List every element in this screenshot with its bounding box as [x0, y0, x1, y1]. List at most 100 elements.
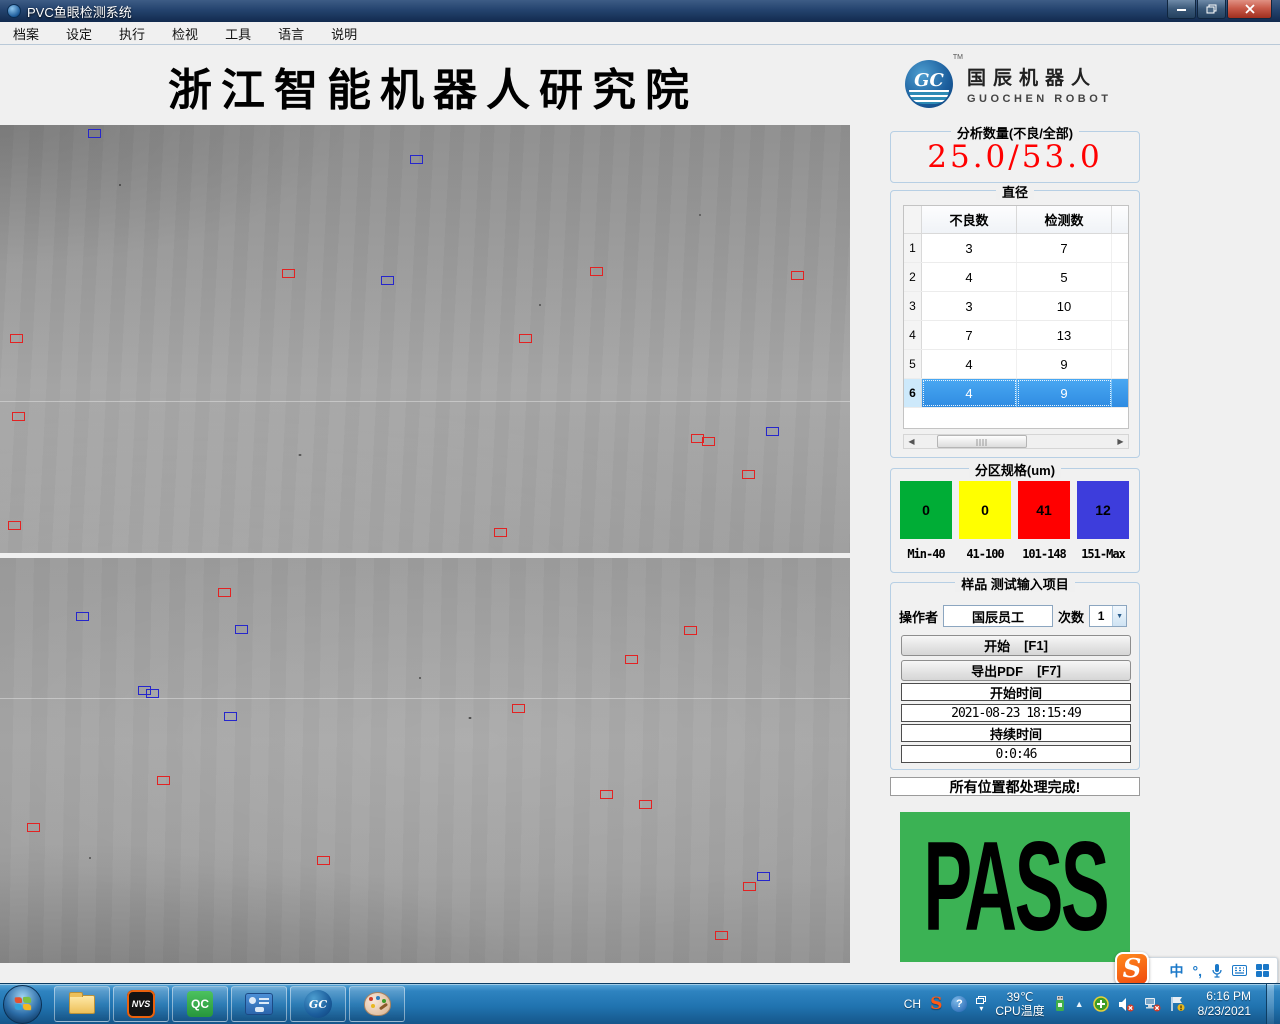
- count-dropdown[interactable]: 1 ▼: [1089, 605, 1127, 627]
- cell-bad-count[interactable]: 3: [922, 234, 1017, 262]
- cell-bad-count[interactable]: 4: [922, 263, 1017, 291]
- tray-time: 6:16 PM: [1198, 989, 1251, 1004]
- minimize-button[interactable]: [1167, 0, 1196, 19]
- column-header-detected[interactable]: 检测数: [1017, 206, 1112, 233]
- cell-detected-count[interactable]: 9: [1017, 350, 1112, 378]
- show-desktop-button[interactable]: [1266, 984, 1274, 1024]
- scrollbar-track[interactable]: [919, 435, 1113, 448]
- table-row[interactable]: 649: [904, 379, 1128, 408]
- show-hidden-icons[interactable]: ▲: [1075, 999, 1084, 1009]
- defect-marker: [8, 521, 21, 530]
- menu-settings[interactable]: 设定: [61, 22, 97, 45]
- cell-detected-count[interactable]: 10: [1017, 292, 1112, 320]
- taskbar-app-paint[interactable]: [349, 986, 405, 1022]
- table-row[interactable]: 137: [904, 234, 1128, 263]
- count-value: 1: [1090, 609, 1112, 623]
- scrollbar-thumb[interactable]: [937, 435, 1027, 448]
- defect-marker: [519, 334, 532, 343]
- row-index: 4: [904, 321, 922, 349]
- table-row[interactable]: 245: [904, 263, 1128, 292]
- action-center-flag-icon[interactable]: [1170, 996, 1185, 1012]
- scroll-right-icon[interactable]: ▶: [1113, 435, 1128, 448]
- restore-button[interactable]: [1197, 0, 1226, 19]
- taskbar-app-explorer[interactable]: [54, 986, 110, 1022]
- volume-muted-icon[interactable]: [1118, 997, 1135, 1012]
- taskbar-app-nvs[interactable]: NVS: [113, 986, 169, 1022]
- logo-mark-icon: GC TM: [905, 58, 957, 110]
- language-indicator[interactable]: CH: [904, 997, 921, 1011]
- start-time-value: 2021-08-23 18:15:49: [901, 704, 1131, 722]
- sample-input-group: 样品 测试输入项目 操作者 次数 1 ▼ 开始[F1] 导出PDF[F7] 开始…: [890, 582, 1140, 770]
- export-pdf-button[interactable]: 导出PDF[F7]: [901, 660, 1131, 681]
- taskbar-app-display[interactable]: [231, 986, 287, 1022]
- sogou-tray-icon[interactable]: S: [930, 994, 942, 1014]
- cell-detected-count[interactable]: 13: [1017, 321, 1112, 349]
- table-horizontal-scrollbar[interactable]: ◀ ▶: [903, 434, 1129, 449]
- cpu-temperature[interactable]: 39℃ CPU温度: [995, 990, 1044, 1018]
- menu-file[interactable]: 档案: [8, 22, 44, 45]
- defect-marker: [381, 276, 394, 285]
- partition-spec-group: 分区规格(um) 004112 Min-4041-100101-148151-M…: [890, 468, 1140, 573]
- taskbar-app-guochen[interactable]: GC: [290, 986, 346, 1022]
- diameter-group: 直径 不良数 检测数 13724533104713549649 ◀ ▶: [890, 190, 1140, 458]
- chevron-down-icon[interactable]: ▼: [1112, 606, 1126, 626]
- menu-tools[interactable]: 工具: [220, 22, 256, 45]
- start-time-header: 开始时间: [901, 683, 1131, 701]
- menu-view[interactable]: 检视: [167, 22, 203, 45]
- menu-run[interactable]: 执行: [114, 22, 150, 45]
- clock[interactable]: 6:16 PM 8/23/2021: [1198, 989, 1251, 1019]
- punctuation-icon[interactable]: °,: [1193, 963, 1203, 979]
- start-button-orb[interactable]: [3, 985, 42, 1024]
- defect-marker: [235, 625, 248, 634]
- defect-marker: [742, 470, 755, 479]
- close-button[interactable]: [1227, 0, 1272, 19]
- guochen-app-icon: GC: [304, 990, 332, 1018]
- microphone-icon[interactable]: [1211, 963, 1223, 978]
- table-row[interactable]: 4713: [904, 321, 1128, 350]
- ime-menu-icon[interactable]: [1256, 964, 1269, 977]
- ime-window-icon[interactable]: ▾: [976, 996, 986, 1012]
- scroll-left-icon[interactable]: ◀: [904, 435, 919, 448]
- cell-bad-count[interactable]: 4: [922, 379, 1017, 407]
- cell-bad-count[interactable]: 7: [922, 321, 1017, 349]
- menu-language[interactable]: 语言: [273, 22, 309, 45]
- camera-view-bottom: [0, 558, 850, 963]
- start-button[interactable]: 开始[F1]: [901, 635, 1131, 656]
- menu-help[interactable]: 说明: [326, 22, 362, 45]
- operator-input[interactable]: [943, 605, 1053, 627]
- defect-marker: [600, 790, 613, 799]
- cell-bad-count[interactable]: 3: [922, 292, 1017, 320]
- security-status-icon[interactable]: [1093, 996, 1109, 1012]
- stitch-seam: [0, 698, 850, 699]
- explorer-icon: [69, 995, 95, 1014]
- defect-marker: [88, 129, 101, 138]
- count-label: 次数: [1058, 607, 1084, 626]
- cell-detected-count[interactable]: 9: [1017, 379, 1112, 407]
- taskbar: NVSQC GC CH S ? ▾ 39℃ CPU温度 ▲: [0, 983, 1280, 1024]
- defect-marker: [76, 612, 89, 621]
- cell-bad-count[interactable]: 4: [922, 350, 1017, 378]
- defect-marker: [512, 704, 525, 713]
- cell-detected-count[interactable]: 7: [1017, 234, 1112, 262]
- table-row[interactable]: 549: [904, 350, 1128, 379]
- defect-marker: [791, 271, 804, 280]
- help-tray-icon[interactable]: ?: [951, 996, 967, 1012]
- cell-detected-count[interactable]: 5: [1017, 263, 1112, 291]
- soft-keyboard-icon[interactable]: [1232, 965, 1247, 976]
- column-header-bad[interactable]: 不良数: [922, 206, 1017, 233]
- result-indicator: PASS: [900, 812, 1130, 962]
- defect-marker: [766, 427, 779, 436]
- network-disconnected-icon[interactable]: [1144, 997, 1161, 1012]
- sogou-logo-icon[interactable]: S: [1115, 952, 1149, 986]
- table-row[interactable]: 3310: [904, 292, 1128, 321]
- app-window: PVC鱼眼检测系统 档案 设定 执行 检视 工具 语言 说明 浙江智能机器人研究…: [0, 0, 1280, 1024]
- ime-mode-chinese[interactable]: 中: [1170, 961, 1184, 981]
- usb-device-icon[interactable]: [1054, 996, 1066, 1012]
- defect-marker: [157, 776, 170, 785]
- table-header-row: 不良数 检测数: [904, 206, 1128, 234]
- defect-marker: [12, 412, 25, 421]
- partition-spec-label: 分区规格(um): [969, 463, 1061, 478]
- taskbar-app-qc[interactable]: QC: [172, 986, 228, 1022]
- diameter-table[interactable]: 不良数 检测数 13724533104713549649: [903, 205, 1129, 429]
- defect-marker: [715, 931, 728, 940]
